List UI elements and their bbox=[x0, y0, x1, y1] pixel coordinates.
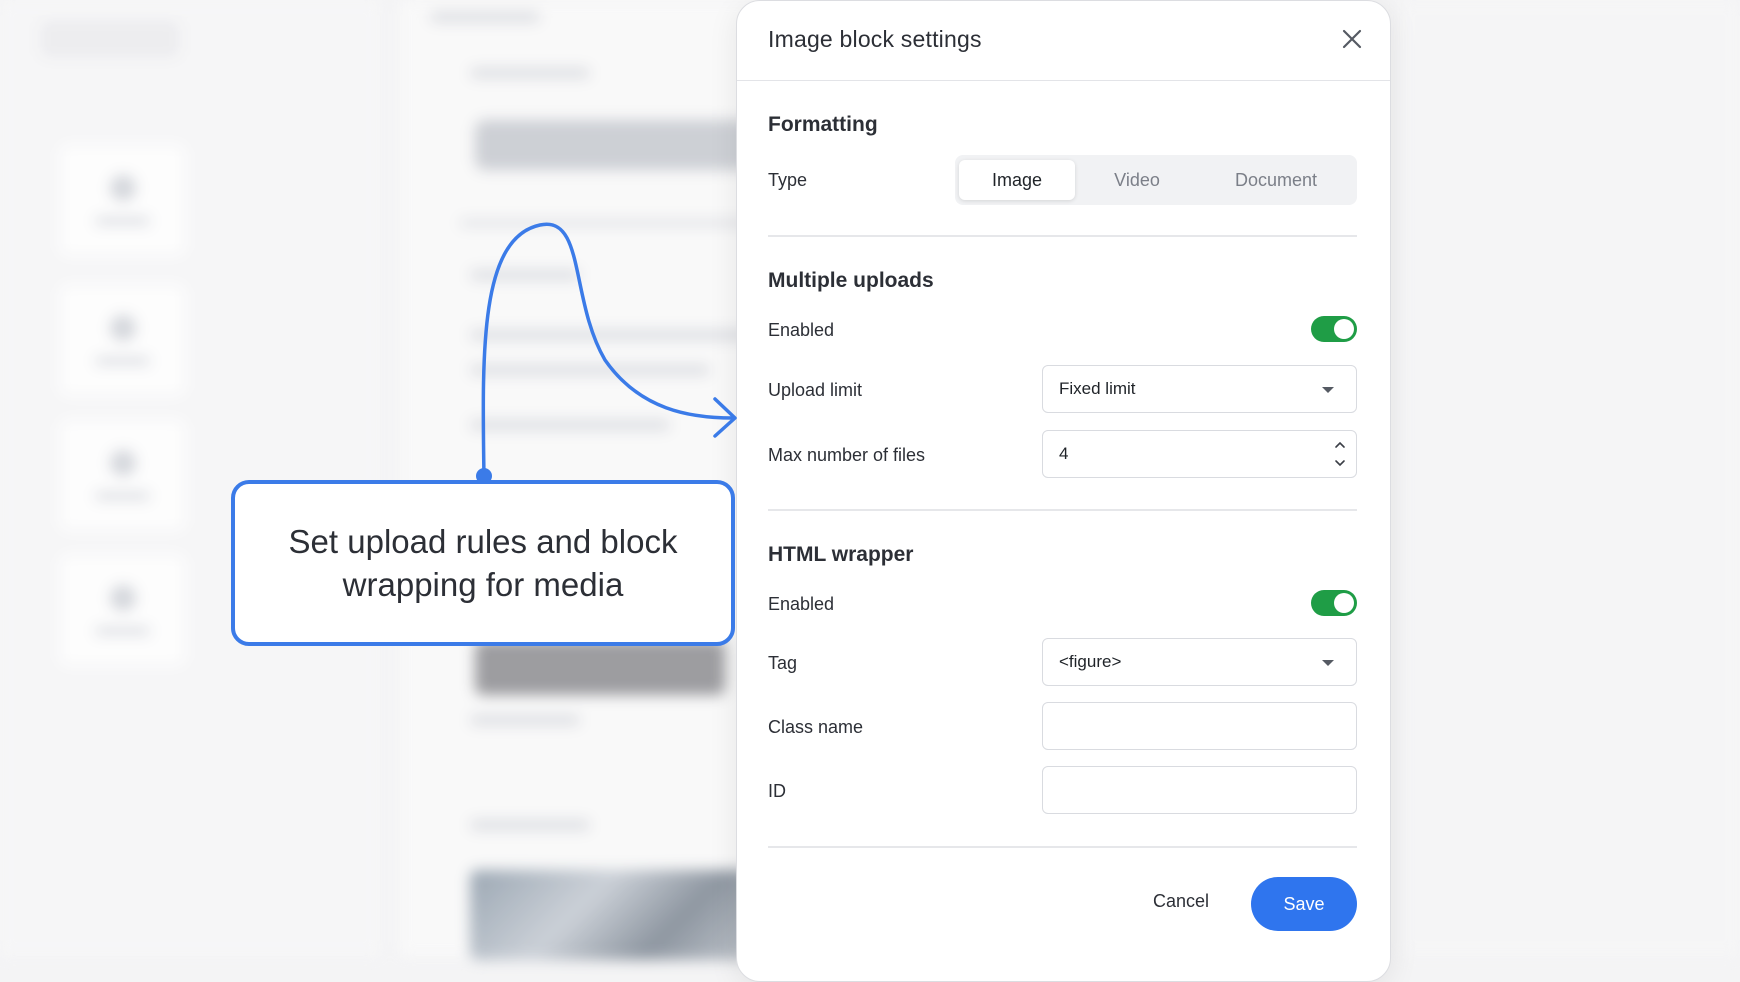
max-files-number-input[interactable]: 4 bbox=[1042, 430, 1357, 478]
multiple-uploads-enabled-toggle[interactable] bbox=[1311, 316, 1357, 342]
type-label: Type bbox=[768, 170, 808, 190]
id-label: ID bbox=[768, 781, 786, 801]
close-icon bbox=[1342, 29, 1362, 49]
tag-select[interactable]: <figure> bbox=[1042, 638, 1357, 686]
upload-limit-value: Fixed limit bbox=[1059, 379, 1136, 398]
cancel-button[interactable]: Cancel bbox=[1153, 891, 1209, 912]
html-wrapper-enabled-label: Enabled bbox=[768, 594, 835, 614]
image-block-settings-dialog: Image block settings Formatting Type Ima… bbox=[736, 0, 1391, 982]
formatting-section-title: Formatting bbox=[768, 113, 878, 136]
dialog-header: Image block settings bbox=[737, 1, 1390, 81]
annotation-callout: Set upload rules and block wrapping for … bbox=[231, 480, 735, 646]
upload-limit-label: Upload limit bbox=[768, 380, 863, 400]
tag-label: Tag bbox=[768, 653, 798, 673]
background-sidebar bbox=[0, 0, 380, 956]
max-files-value: 4 bbox=[1059, 444, 1069, 463]
stepper-arrows-icon[interactable] bbox=[1332, 435, 1348, 473]
class-name-input[interactable] bbox=[1042, 702, 1357, 750]
multiple-uploads-section-title: Multiple uploads bbox=[768, 269, 934, 292]
upload-limit-select[interactable]: Fixed limit bbox=[1042, 365, 1357, 413]
type-option-image[interactable]: Image bbox=[959, 160, 1075, 200]
save-button[interactable]: Save bbox=[1251, 877, 1357, 931]
id-input[interactable] bbox=[1042, 766, 1357, 814]
divider bbox=[768, 846, 1357, 848]
divider bbox=[768, 235, 1357, 237]
close-button[interactable] bbox=[1336, 23, 1368, 55]
html-wrapper-section-title: HTML wrapper bbox=[768, 543, 914, 566]
chevron-down-icon bbox=[1322, 660, 1334, 666]
type-option-document[interactable]: Document bbox=[1199, 160, 1353, 200]
dialog-title: Image block settings bbox=[768, 26, 982, 52]
type-option-video[interactable]: Video bbox=[1079, 160, 1195, 200]
max-files-label: Max number of files bbox=[768, 445, 926, 465]
toggle-knob bbox=[1334, 593, 1354, 613]
toggle-knob bbox=[1334, 319, 1354, 339]
callout-text: Set upload rules and block wrapping for … bbox=[288, 523, 678, 603]
tag-value: <figure> bbox=[1059, 652, 1122, 671]
type-segmented-control: Image Video Document bbox=[955, 155, 1357, 205]
class-name-label: Class name bbox=[768, 717, 864, 737]
divider bbox=[768, 509, 1357, 511]
background-right-panel bbox=[1400, 0, 1740, 956]
multiple-uploads-enabled-label: Enabled bbox=[768, 320, 835, 340]
html-wrapper-enabled-toggle[interactable] bbox=[1311, 590, 1357, 616]
chevron-down-icon bbox=[1322, 387, 1334, 393]
